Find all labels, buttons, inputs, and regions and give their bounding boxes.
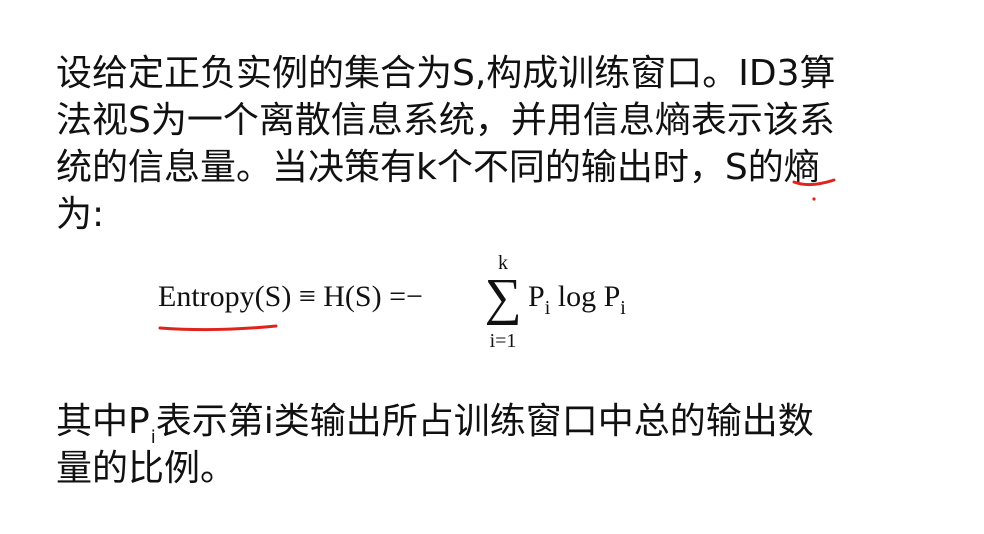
- summand-p: P: [528, 280, 545, 313]
- definition-line-1: 设给定正负实例的集合为S,构成训练窗口。ID3算: [56, 53, 836, 94]
- entropy-term-underline: [158, 324, 278, 332]
- formula-h-term: H(S): [323, 280, 382, 313]
- explanation-prefix-subscript: i: [150, 427, 156, 448]
- formula-lhs: Entropy(S) ≡ H(S) =−: [158, 280, 423, 314]
- explanation-line-1-rest: 表示第i类输出所占训练窗口中总的输出数: [155, 401, 814, 442]
- formula-summation: k ∑ i=1: [481, 252, 525, 358]
- entropy-char-underline: [792, 178, 836, 201]
- summand-p-subscript: i: [544, 297, 551, 319]
- formula-summand: Pi log Pi: [528, 280, 626, 319]
- definition-line-3: 统的信息量。当决策有k个不同的输出时，S的熵: [56, 147, 820, 188]
- summand-log: log: [557, 280, 597, 313]
- explanation-line-1: 其中Pi表示第i类输出所占训练窗口中总的输出数: [56, 398, 814, 448]
- summation-lower-limit: i=1: [489, 330, 517, 352]
- explanation-paragraph: 其中Pi表示第i类输出所占训练窗口中总的输出数 量的比例。: [56, 398, 814, 492]
- formula-entropy-term: Entropy(S): [158, 280, 292, 313]
- explanation-line-2: 量的比例。: [56, 448, 237, 489]
- summation-sign: ∑: [484, 269, 522, 326]
- definition-line-2: 法视S为一个离散信息系统，并用信息熵表示该系: [56, 100, 835, 141]
- slide: { "paragraph1": { "lines": [ "设给定正负实例的集合…: [0, 0, 984, 534]
- definition-paragraph: 设给定正负实例的集合为S,构成训练窗口。ID3算 法视S为一个离散信息系统，并用…: [56, 50, 836, 238]
- explanation-prefix: 其中P: [56, 401, 150, 442]
- definition-line-4: 为:: [56, 194, 105, 235]
- formula-minus-sign: −: [406, 280, 423, 313]
- summand-log-p-subscript: i: [620, 297, 626, 319]
- entropy-formula: Entropy(S) ≡ H(S) =− k ∑ i=1 Pi log Pi: [158, 252, 678, 358]
- summand-log-p: P: [603, 280, 621, 313]
- formula-equals-sign: =: [389, 280, 407, 313]
- formula-equiv-sign: ≡: [298, 280, 316, 313]
